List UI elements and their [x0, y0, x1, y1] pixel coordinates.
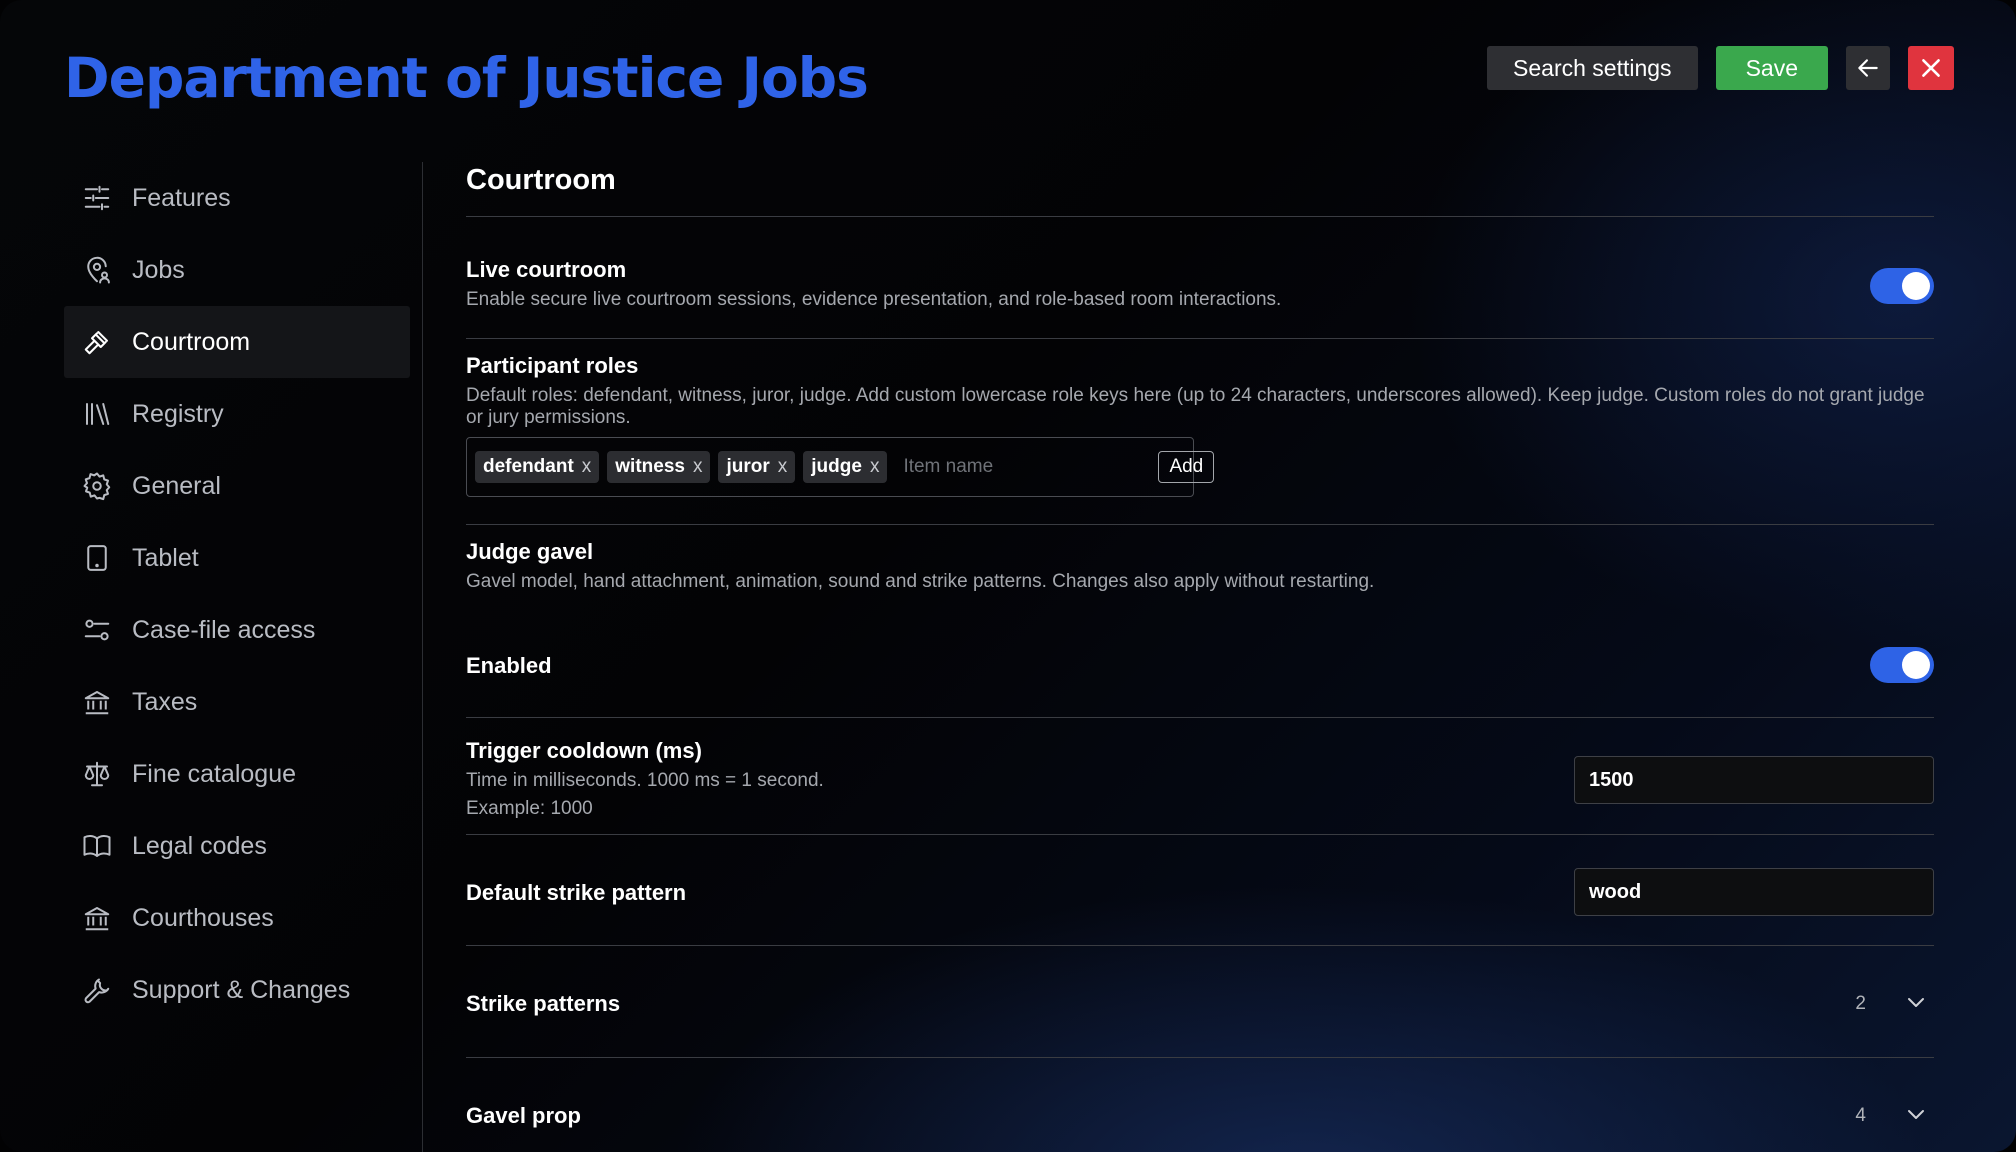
role-tag-label: juror — [726, 456, 770, 477]
sidebar-item-jobs[interactable]: Jobs — [64, 234, 410, 306]
strike-patterns-count: 2 — [1855, 993, 1866, 1014]
arrow-left-icon — [1858, 59, 1878, 77]
sidebar-item-tablet[interactable]: Tablet — [64, 522, 410, 594]
role-tag-label: judge — [811, 456, 862, 477]
sidebar-item-label: Courthouses — [132, 903, 274, 932]
sidebar-item-label: General — [132, 471, 221, 500]
remove-tag-button[interactable]: x — [778, 456, 788, 478]
back-button[interactable] — [1846, 46, 1890, 90]
live-courtroom-title: Live courtroom — [466, 257, 627, 282]
trigger-cooldown-input[interactable] — [1574, 756, 1934, 804]
remove-tag-button[interactable]: x — [582, 456, 592, 478]
remove-tag-button[interactable]: x — [693, 456, 703, 478]
live-courtroom-desc: Enable secure live courtroom sessions, e… — [466, 289, 1282, 310]
judge-gavel-title: Judge gavel — [466, 539, 594, 564]
book-icon — [83, 834, 111, 857]
roles-tag-input: defendantx witnessx jurorx judgex Add — [466, 437, 1215, 497]
sidebar-item-support-changes[interactable]: Support & Changes — [64, 954, 410, 1026]
sidebar-item-label: Legal codes — [132, 831, 267, 860]
role-tag: defendant x — [475, 451, 600, 483]
wrench-icon — [84, 978, 110, 1004]
main-content: Courtroom Live courtroom Enable secure l… — [466, 162, 1934, 1152]
participant-roles-desc: Default roles: defendant, witness, juror… — [466, 385, 1925, 428]
settings-toggle-icon — [84, 619, 110, 641]
bank-icon — [84, 691, 110, 715]
live-courtroom-row: Live courtroom Enable secure live courtr… — [466, 217, 1934, 338]
top-actions: Search settings Save — [1487, 46, 1954, 90]
add-role-button[interactable]: Add — [1158, 451, 1215, 483]
sidebar-item-legal-codes[interactable]: Legal codes — [64, 810, 410, 882]
gavel-prop-count: 4 — [1855, 1105, 1866, 1126]
gavel-enabled-title: Enabled — [466, 653, 552, 678]
sidebar-item-label: Registry — [132, 399, 224, 428]
default-strike-row: Default strike pattern — [466, 835, 1934, 945]
default-strike-title: Default strike pattern — [466, 880, 687, 905]
role-tag: judge x — [803, 451, 888, 483]
sidebar-item-general[interactable]: General — [64, 450, 410, 522]
sidebar-item-registry[interactable]: Registry — [64, 378, 410, 450]
search-settings-button[interactable]: Search settings — [1487, 46, 1698, 90]
live-courtroom-toggle[interactable] — [1870, 268, 1934, 304]
sidebar-item-label: Fine catalogue — [132, 759, 297, 788]
sidebar: Features Jobs Courtroom Registry General… — [64, 162, 410, 1026]
sidebar-item-features[interactable]: Features — [64, 162, 410, 234]
close-icon — [1922, 59, 1940, 77]
strike-patterns-section[interactable]: Strike patterns 2 — [466, 946, 1934, 1057]
map-pin-user-icon — [87, 256, 110, 284]
settings-window: Department of Justice Jobs Search settin… — [0, 0, 2016, 1152]
sidebar-divider — [422, 162, 423, 1152]
role-tag: witness x — [607, 451, 711, 483]
trigger-cooldown-desc: Time in milliseconds. 1000 ms = 1 second… — [466, 770, 824, 791]
default-strike-input[interactable] — [1574, 868, 1934, 916]
strike-patterns-title: Strike patterns — [466, 991, 621, 1016]
judge-gavel-row: Judge gavel Gavel model, hand attachment… — [466, 525, 1934, 601]
judge-gavel-desc: Gavel model, hand attachment, animation,… — [466, 571, 1375, 592]
trigger-cooldown-example: Example: 1000 — [466, 798, 593, 819]
sidebar-item-label: Features — [132, 183, 231, 212]
role-name-input[interactable] — [901, 455, 1151, 479]
sidebar-item-taxes[interactable]: Taxes — [64, 666, 410, 738]
tablet-icon — [87, 545, 107, 571]
gavel-enabled-toggle[interactable] — [1870, 647, 1934, 683]
gavel-prop-section[interactable]: Gavel prop 4 — [466, 1058, 1934, 1152]
remove-tag-button[interactable]: x — [870, 456, 880, 478]
app-title: Department of Justice Jobs — [64, 46, 869, 110]
participant-roles-row: Participant roles Default roles: defenda… — [466, 339, 1934, 524]
gavel-icon — [84, 331, 108, 355]
participant-roles-title: Participant roles — [466, 353, 639, 378]
trigger-cooldown-title: Trigger cooldown (ms) — [466, 738, 702, 763]
gavel-prop-title: Gavel prop — [466, 1103, 581, 1128]
trigger-cooldown-row: Trigger cooldown (ms) Time in millisecon… — [466, 718, 1934, 834]
sidebar-item-label: Support & Changes — [132, 975, 351, 1004]
sidebar-item-courtroom[interactable]: Courtroom — [64, 306, 410, 378]
gavel-enabled-row: Enabled — [466, 601, 1934, 717]
chevron-down-icon[interactable] — [1904, 990, 1928, 1014]
gear-icon — [83, 472, 111, 501]
save-button[interactable]: Save — [1715, 46, 1828, 90]
role-tag-label: defendant — [483, 456, 574, 477]
sidebar-item-label: Tablet — [132, 543, 199, 572]
sidebar-item-label: Jobs — [132, 255, 185, 284]
sidebar-item-label: Taxes — [132, 687, 198, 716]
sidebar-item-label: Case-file access — [132, 615, 316, 644]
library-icon — [86, 403, 110, 425]
chevron-down-icon[interactable] — [1904, 1102, 1928, 1126]
role-tag-label: witness — [615, 456, 685, 477]
role-tag: juror x — [718, 451, 796, 483]
sidebar-item-label: Courtroom — [132, 327, 251, 356]
sidebar-item-fine-catalogue[interactable]: Fine catalogue — [64, 738, 410, 810]
sidebar-item-courthouses[interactable]: Courthouses — [64, 882, 410, 954]
scale-icon — [84, 761, 110, 787]
sliders-icon — [84, 185, 110, 211]
bank-icon — [84, 907, 110, 931]
close-button[interactable] — [1908, 46, 1954, 90]
sidebar-item-case-file-access[interactable]: Case-file access — [64, 594, 410, 666]
page-title: Courtroom — [466, 164, 616, 196]
